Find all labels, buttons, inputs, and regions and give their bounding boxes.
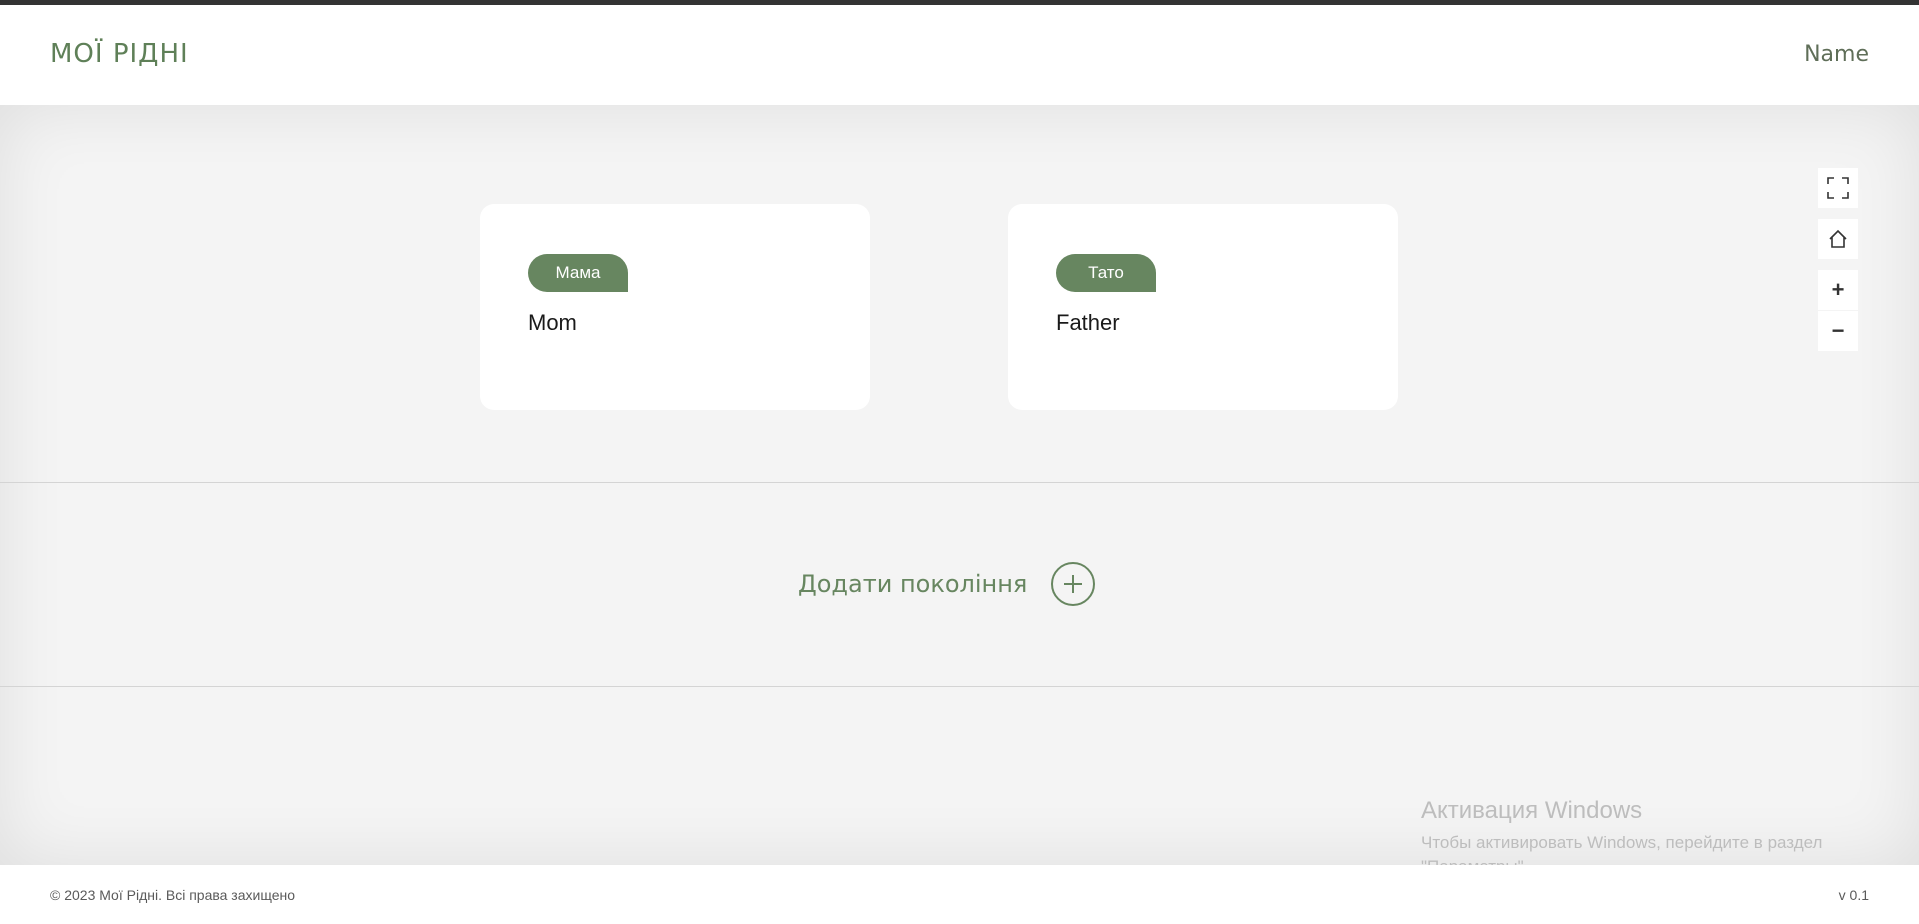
copyright-text: © 2023 Мої Рідні. Всі права захищено <box>50 887 295 903</box>
person-name: Mom <box>528 310 577 335</box>
add-generation-label: Додати покоління <box>798 570 1028 598</box>
home-button[interactable] <box>1818 219 1858 259</box>
person-card-father[interactable]: Тато Father <box>1008 204 1398 410</box>
fullscreen-button[interactable] <box>1818 168 1858 208</box>
app-logo[interactable]: МОЇ РІДНІ <box>50 39 189 69</box>
fullscreen-icon <box>1827 177 1849 199</box>
role-badge: Тато <box>1056 254 1156 292</box>
person-name: Father <box>1056 310 1120 335</box>
zoom-out-button[interactable]: − <box>1818 311 1858 351</box>
watermark-title: Активация Windows <box>1421 797 1643 824</box>
family-tree-canvas[interactable] <box>0 105 1919 865</box>
header: МОЇ РІДНІ Name <box>0 5 1919 105</box>
generation-divider <box>0 686 1919 687</box>
plus-circle-icon[interactable] <box>1051 562 1096 606</box>
footer: © 2023 Мої Рідні. Всі права захищено v 0… <box>0 865 1919 924</box>
home-icon <box>1829 229 1847 248</box>
zoom-in-button[interactable]: + <box>1818 270 1858 310</box>
role-badge: Мама <box>528 254 628 292</box>
version-label: v 0.1 <box>1838 887 1869 903</box>
person-card-mom[interactable]: Мама Mom <box>480 204 870 410</box>
user-name[interactable]: Name <box>1804 42 1869 67</box>
add-generation-button[interactable]: Додати покоління <box>798 562 1096 606</box>
generation-divider <box>0 482 1919 483</box>
